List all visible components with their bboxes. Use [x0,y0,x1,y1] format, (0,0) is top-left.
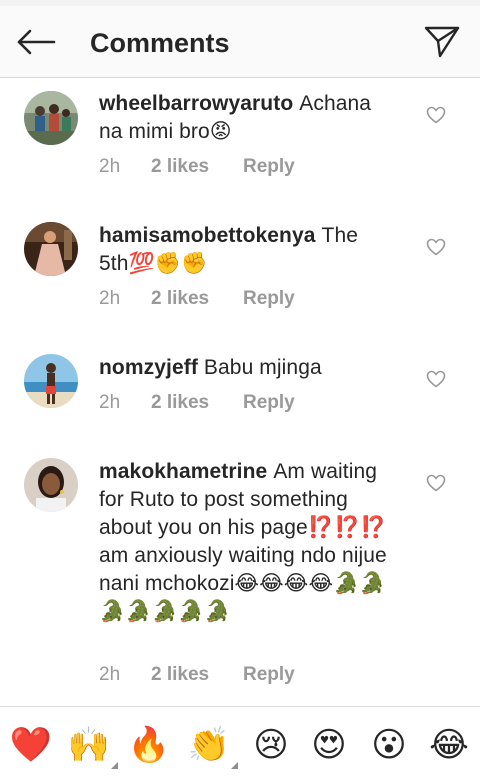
comment-likes[interactable]: 2 likes [151,156,243,178]
avatar-photo-beach [24,354,78,408]
heart-outline-icon [426,474,446,492]
avatar[interactable] [24,91,78,145]
comment-username[interactable]: nomzyjeff [99,356,198,379]
reply-button[interactable]: Reply [243,392,295,414]
avatar-photo-woman-gown [24,222,78,276]
comment-meta: 2h 2 likes Reply [99,392,295,414]
share-button[interactable] [420,22,464,62]
avatar-photo-crowd [24,91,78,145]
avatar[interactable] [24,354,78,408]
red-heart-emoji: ❤️ [9,725,53,765]
emoji-reaction-bar: ❤️ 🙌 🔥 👏 😢 😍 😮 😂 [0,706,480,776]
comment-text: makokhametrine Am waiting for Ruto to pos… [99,458,399,626]
like-comment-button[interactable] [426,238,448,258]
comment-time: 2h [99,392,121,413]
comment-username[interactable]: makokhametrine [99,460,267,483]
comment-likes[interactable]: 2 likes [151,392,243,414]
comment-username[interactable]: hamisamobettokenya [99,224,316,247]
comment-body: Babu mjinga [203,356,322,379]
comment-text: nomzyjeff Babu mjinga [99,354,399,382]
page-title: Comments [90,28,230,58]
comment-text: wheelbarrowyaruto Achana na mimi bro😡 [99,90,399,146]
heart-outline-icon [426,106,446,124]
comment-body: Am waiting for Ruto to post something ab… [99,460,387,623]
heart-eyes-emoji: 😍 [311,725,347,765]
comment-likes[interactable]: 2 likes [151,288,243,310]
heart-outline-icon [426,238,446,256]
like-comment-button[interactable] [426,106,448,126]
emoji-button[interactable]: 🙌 [66,723,118,769]
emoji-button[interactable]: 🔥 [126,723,172,767]
surprised-face-emoji: 😮 [371,725,407,765]
reply-button[interactable]: Reply [243,156,295,178]
reply-button[interactable]: Reply [243,664,295,686]
emoji-button[interactable]: ❤️ [8,723,54,767]
raising-hands-emoji: 🙌 [67,725,111,765]
comment-text: hamisamobettokenya The 5th💯✊✊ [99,222,399,278]
back-button[interactable] [14,24,58,60]
avatar[interactable] [24,222,78,276]
comment-meta: 2h 2 likes Reply [99,288,295,310]
reply-button[interactable]: Reply [243,288,295,310]
crying-face-emoji: 😢 [253,725,289,765]
comment-time: 2h [99,664,121,685]
heart-outline-icon [426,370,446,388]
fire-emoji: 🔥 [127,725,171,765]
comment-username[interactable]: wheelbarrowyaruto [99,92,293,115]
back-arrow-icon [17,29,56,55]
comment-likes[interactable]: 2 likes [151,664,243,686]
skin-tone-indicator [231,762,238,769]
emoji-button[interactable]: 😂 [426,723,472,767]
emoji-button[interactable]: 😍 [306,723,352,767]
clapping-hands-emoji: 👏 [187,725,231,765]
emoji-button[interactable]: 👏 [186,723,238,769]
emoji-button[interactable]: 😮 [366,723,412,767]
emoji-button[interactable]: 😢 [248,723,294,767]
avatar[interactable] [24,458,78,512]
comment-time: 2h [99,288,121,309]
comment-time: 2h [99,156,121,177]
avatar-photo-woman-portrait [24,458,78,512]
tears-of-joy-emoji: 😂 [429,725,469,765]
top-app-bar: Comments [0,6,480,78]
like-comment-button[interactable] [426,474,448,494]
comment-meta: 2h 2 likes Reply [99,664,295,686]
paper-plane-icon [424,26,460,58]
like-comment-button[interactable] [426,370,448,390]
skin-tone-indicator [111,762,118,769]
comment-meta: 2h 2 likes Reply [99,156,295,178]
